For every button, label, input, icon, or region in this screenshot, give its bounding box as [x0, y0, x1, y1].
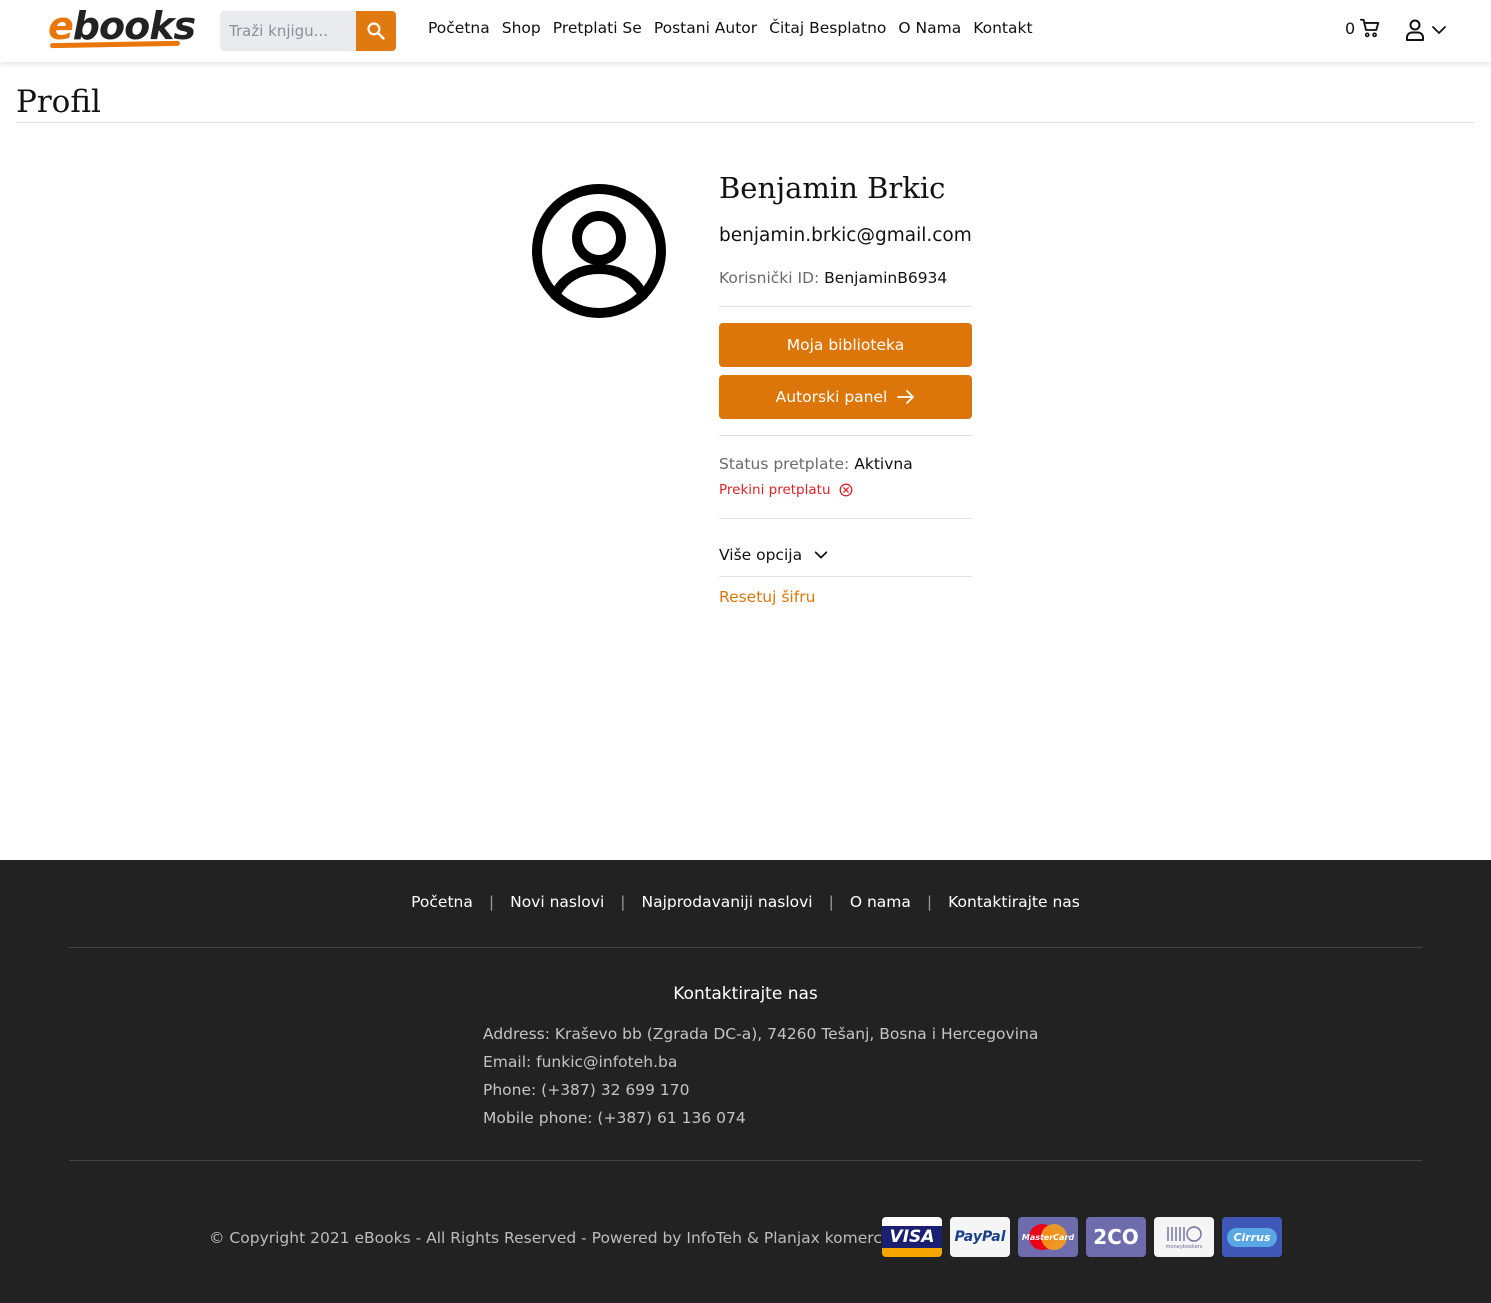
footer-separator: |: [488, 893, 495, 911]
cancel-subscription-label: Prekini pretplatu: [719, 482, 831, 498]
footer-divider: [69, 947, 1422, 948]
status-label: Status pretplate:: [719, 455, 850, 473]
moneybookers-logo: moneybookers: [1154, 1217, 1214, 1257]
visa-logo: VISA: [882, 1217, 942, 1257]
footer: Početna | Novi naslovi | Najprodavaniji …: [0, 860, 1491, 1303]
footer-link-kontakt[interactable]: Kontaktirajte nas: [948, 893, 1080, 911]
mastercard-logo-text: MasterCard: [1021, 1232, 1075, 1242]
my-library-label: Moja biblioteka: [786, 336, 905, 354]
2co-logo: 2CO: [1086, 1217, 1146, 1257]
author-panel-label: Autorski panel: [775, 388, 888, 406]
user-menu-button[interactable]: [1404, 18, 1448, 42]
logo-prefix: e: [48, 4, 74, 48]
arrow-right-icon: [897, 389, 915, 405]
nav-o-nama[interactable]: O Nama: [898, 19, 961, 37]
nav-postani-autor[interactable]: Postani Autor: [654, 19, 757, 37]
moneybookers-mark: [1167, 1225, 1202, 1242]
nav-pocetna[interactable]: Početna: [428, 19, 490, 37]
footer-nav: Početna | Novi naslovi | Najprodavaniji …: [0, 893, 1491, 911]
footer-separator: |: [926, 893, 933, 911]
divider: [719, 435, 972, 436]
footer-divider: [69, 1160, 1422, 1161]
cirrus-logo-text: Cirrus: [1227, 1227, 1277, 1247]
my-library-button[interactable]: Moja biblioteka: [719, 323, 972, 367]
profile-email: benjamin.brkic@gmail.com: [719, 225, 972, 246]
footer-link-najprodavaniji[interactable]: Najprodavaniji naslovi: [642, 893, 813, 911]
profile-name: Benjamin Brkic: [719, 171, 946, 205]
nav-shop[interactable]: Shop: [502, 19, 541, 37]
footer-link-pocetna[interactable]: Početna: [411, 893, 473, 911]
author-panel-button[interactable]: Autorski panel: [719, 375, 972, 419]
contact-title: Kontaktirajte nas: [673, 984, 818, 1004]
user-id-value: BenjaminB6934: [824, 269, 948, 287]
footer-link-o-nama[interactable]: O nama: [850, 893, 911, 911]
search-input[interactable]: [220, 11, 356, 51]
cart-count: 0: [1345, 18, 1356, 38]
cirrus-logo: Cirrus: [1222, 1217, 1282, 1257]
nav-pretplati-se[interactable]: Pretplati Se: [553, 19, 642, 37]
status-value: Aktivna: [854, 455, 913, 473]
title-divider: [16, 122, 1475, 123]
footer-separator: |: [828, 893, 834, 911]
divider: [719, 518, 972, 519]
chevron-down-icon: [1432, 26, 1446, 34]
mastercard-logo: MasterCard: [1018, 1217, 1078, 1257]
profile-panel: Benjamin Brkic benjamin.brkic@gmail.com …: [719, 168, 972, 608]
paypal-logo-text: PayPal: [954, 1229, 1006, 1245]
visa-logo-text: VISA: [889, 1227, 935, 1247]
contact-email: Email: funkic@infoteh.ba: [483, 1053, 678, 1071]
top-header: ebooks Početna Shop Pretplati Se Postani…: [0, 0, 1491, 62]
cart-icon: [1360, 18, 1380, 38]
main-nav: Početna Shop Pretplati Se Postani Autor …: [428, 19, 1045, 37]
avatar-icon: [532, 184, 666, 318]
footer-link-novi-naslovi[interactable]: Novi naslovi: [510, 893, 604, 911]
moneybookers-logo-text: moneybookers: [1165, 1243, 1203, 1250]
copyright-text: © Copyright 2021 eBooks - All Rights Res…: [209, 1229, 882, 1247]
contact-mobile: Mobile phone: (+387) 61 136 074: [483, 1109, 746, 1127]
nav-kontakt[interactable]: Kontakt: [973, 19, 1032, 37]
contact-address: Address: Kraševo bb (Zgrada DC-a), 74260…: [483, 1025, 1039, 1043]
user-id: Korisnički ID: BenjaminB6934: [719, 268, 972, 288]
cancel-subscription-link[interactable]: Prekini pretplatu: [719, 480, 972, 500]
user-icon: [1406, 19, 1424, 41]
page-title: Profil: [16, 84, 101, 120]
divider: [719, 306, 972, 307]
search-icon: [367, 22, 385, 40]
paypal-logo: PayPal: [950, 1217, 1010, 1257]
cart-button[interactable]: 0: [1345, 17, 1381, 39]
reset-password-link[interactable]: Resetuj šifru: [719, 586, 972, 608]
2co-logo-text: 2CO: [1093, 1225, 1139, 1249]
footer-separator: |: [620, 893, 626, 911]
divider: [719, 576, 972, 577]
search-button[interactable]: [356, 11, 396, 51]
cancel-circle-icon: [839, 483, 853, 497]
subscription-status: Status pretplate: Aktivna: [719, 454, 972, 474]
chevron-down-icon: [813, 547, 829, 563]
nav-citaj-besplatno[interactable]: Čitaj Besplatno: [769, 19, 886, 37]
contact-info: Address: Kraševo bb (Zgrada DC-a), 74260…: [483, 1020, 1038, 1132]
contact-phone: Phone: (+387) 32 699 170: [483, 1081, 690, 1099]
more-options-toggle[interactable]: Više opcija: [719, 544, 972, 566]
user-id-label: Korisnički ID:: [719, 269, 820, 287]
more-options-label: Više opcija: [719, 546, 803, 564]
